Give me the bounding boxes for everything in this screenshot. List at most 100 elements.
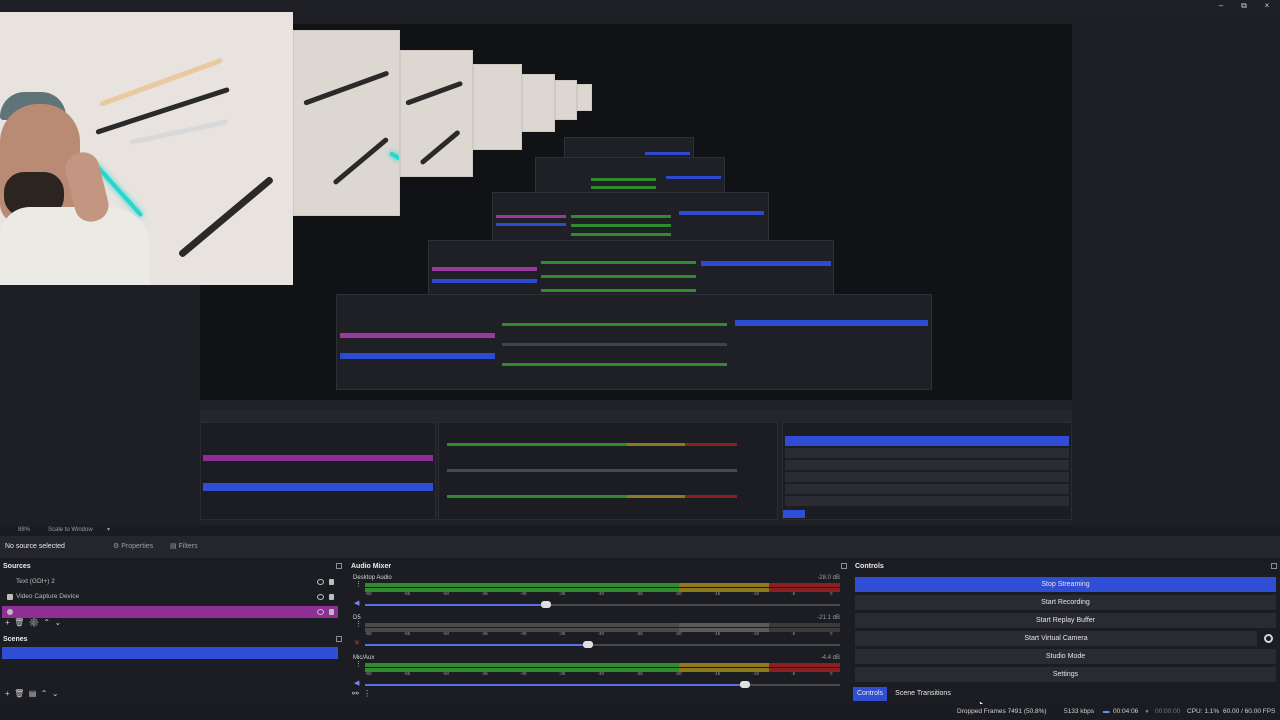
minimize-button[interactable]: – bbox=[1215, 1, 1227, 11]
trash-icon[interactable]: 🗑 bbox=[14, 689, 24, 698]
filter-icon[interactable]: ▤ bbox=[29, 689, 37, 698]
speaker-icon[interactable]: ◀ bbox=[354, 600, 360, 607]
tick-label: -60 bbox=[365, 631, 372, 636]
feed-frame bbox=[400, 50, 473, 177]
zoom-level[interactable]: 88% bbox=[18, 527, 30, 533]
start-virtual-camera-button[interactable]: Start Virtual Camera bbox=[855, 631, 1257, 646]
scale-mode[interactable]: Scale to Window bbox=[48, 527, 93, 533]
tick-label: -55 bbox=[403, 631, 411, 636]
dock-undock-icon[interactable] bbox=[336, 563, 342, 569]
chevron-up-icon[interactable]: ⌃ bbox=[41, 689, 48, 698]
audio-mixer-title: Audio Mixer bbox=[351, 563, 392, 570]
more-icon[interactable]: ⋮ bbox=[355, 661, 362, 668]
lock-icon[interactable] bbox=[329, 594, 334, 600]
gear-icon[interactable]: ⚙ bbox=[29, 618, 39, 627]
volume-fill bbox=[365, 644, 589, 646]
tick-label: -25 bbox=[636, 591, 643, 596]
lock-icon[interactable] bbox=[329, 609, 334, 615]
more-icon[interactable]: ⋮ bbox=[363, 689, 371, 698]
dock-undock-icon[interactable] bbox=[336, 636, 342, 642]
gear-icon[interactable] bbox=[1264, 634, 1273, 643]
track-db: -21.1 dB bbox=[817, 615, 840, 621]
scenes-dock: Scenes + 🗑 ▤ ⌃ ⌄ bbox=[0, 633, 345, 701]
tick-label: -15 bbox=[713, 591, 721, 596]
lock-icon[interactable] bbox=[329, 579, 334, 585]
speaker-icon[interactable]: ◀ bbox=[354, 680, 360, 687]
tick-label: -35 bbox=[558, 631, 566, 636]
properties-button[interactable]: ⚙ Properties bbox=[113, 541, 153, 553]
tick-label: -10 bbox=[752, 631, 760, 636]
filters-button[interactable]: ▤ Filters bbox=[170, 541, 198, 553]
link-icon[interactable]: ⚯ bbox=[352, 689, 359, 698]
tab-controls[interactable]: Controls bbox=[853, 687, 887, 701]
tick-label: 0 bbox=[830, 591, 833, 596]
source-item[interactable] bbox=[2, 606, 338, 618]
volume-slider[interactable] bbox=[740, 681, 750, 688]
no-source-label: No source selected bbox=[5, 543, 65, 550]
preview-canvas[interactable] bbox=[0, 12, 1280, 534]
eye-icon[interactable] bbox=[317, 609, 324, 615]
volume-fill bbox=[365, 604, 546, 606]
context-bar: No source selected ⚙ Properties ▤ Filter… bbox=[0, 536, 1280, 558]
tick-label: -40 bbox=[520, 671, 527, 676]
add-icon[interactable]: + bbox=[5, 618, 10, 627]
bitrate: 5133 kbps bbox=[1064, 708, 1094, 715]
mixer-track: Mic/Aux -4.4 dB -60 -55 -50 -45 -40 -35 -30 -25 -2… bbox=[350, 655, 842, 691]
dock-undock-icon[interactable] bbox=[1271, 563, 1277, 569]
eye-icon[interactable] bbox=[317, 594, 324, 600]
fps: 60.00 / 60.00 FPS bbox=[1223, 708, 1276, 715]
start-replay-buffer-button[interactable]: Start Replay Buffer bbox=[855, 613, 1276, 628]
eye-icon[interactable] bbox=[317, 579, 324, 585]
source-item[interactable]: Text (GDI+) 2 bbox=[2, 576, 338, 588]
feed-frame bbox=[577, 84, 592, 111]
text-source-icon bbox=[7, 579, 13, 585]
scene-item[interactable] bbox=[2, 647, 338, 659]
studio-mode-button[interactable]: Studio Mode bbox=[855, 649, 1276, 664]
scene-item[interactable] bbox=[2, 661, 338, 673]
canvas-bar: 88% Scale to Window ▾ bbox=[0, 525, 1280, 536]
sources-title: Sources bbox=[3, 563, 31, 570]
tick-label: -15 bbox=[713, 631, 721, 636]
tick-label: -30 bbox=[597, 631, 605, 636]
scene-item[interactable] bbox=[2, 675, 338, 687]
meter-ticks: -60 -55 -50 -45 -40 -35 -30 -25 -20 -15 -10 -5 0 bbox=[365, 631, 840, 637]
chevron-up-icon[interactable]: ⌃ bbox=[43, 618, 50, 627]
tick-label: -55 bbox=[403, 671, 411, 676]
add-icon[interactable]: + bbox=[5, 689, 10, 698]
track-db: -4.4 dB bbox=[820, 655, 840, 661]
maximize-button[interactable]: ⧉ bbox=[1238, 1, 1250, 11]
volume-slider[interactable] bbox=[583, 641, 594, 648]
more-icon[interactable]: ⋮ bbox=[355, 621, 362, 628]
chevron-down-icon[interactable]: ⌄ bbox=[55, 618, 62, 627]
nested-obs-window bbox=[535, 157, 725, 197]
close-button[interactable]: × bbox=[1261, 1, 1273, 11]
tick-label: -60 bbox=[365, 671, 372, 676]
trash-icon[interactable]: 🗑 bbox=[14, 618, 24, 627]
source-item[interactable]: Video Capture Device bbox=[2, 591, 338, 603]
dock-undock-icon[interactable] bbox=[841, 563, 847, 569]
tick-label: -25 bbox=[636, 631, 643, 636]
cpu-usage: CPU: 1.1% bbox=[1187, 708, 1220, 715]
volume-slider[interactable] bbox=[540, 601, 551, 608]
embedded-obs-window bbox=[200, 400, 1072, 534]
tick-label: -5 bbox=[791, 591, 796, 596]
start-recording-button[interactable]: Start Recording bbox=[855, 595, 1276, 610]
stop-streaming-button[interactable]: Stop Streaming bbox=[855, 577, 1276, 592]
tick-label: -50 bbox=[442, 631, 450, 636]
chevron-down-icon[interactable]: ▾ bbox=[107, 526, 110, 533]
settings-button[interactable]: Settings bbox=[855, 667, 1276, 682]
filter-icon: ▤ bbox=[170, 543, 179, 550]
chevron-down-icon[interactable]: ⌄ bbox=[52, 689, 59, 698]
tick-label: -30 bbox=[597, 671, 605, 676]
camera-icon bbox=[7, 594, 13, 600]
muted-speaker-icon[interactable]: ✕ bbox=[354, 640, 360, 647]
controls-title: Controls bbox=[855, 563, 884, 570]
more-icon[interactable]: ⋮ bbox=[355, 581, 362, 588]
stream-time: 00:04:06 bbox=[1113, 708, 1139, 715]
tick-label: -25 bbox=[636, 671, 643, 676]
gear-icon: ⚙ bbox=[113, 543, 122, 550]
tab-scene-transitions[interactable]: Scene Transitions bbox=[892, 687, 954, 701]
mixer-toolbar: ⚯ ⋮ bbox=[352, 689, 382, 699]
tick-label: 0 bbox=[830, 671, 833, 676]
meter-ticks: -60 -55 -50 -45 -40 -35 -30 -25 -20 -15 -10 -5 0 bbox=[365, 671, 840, 677]
